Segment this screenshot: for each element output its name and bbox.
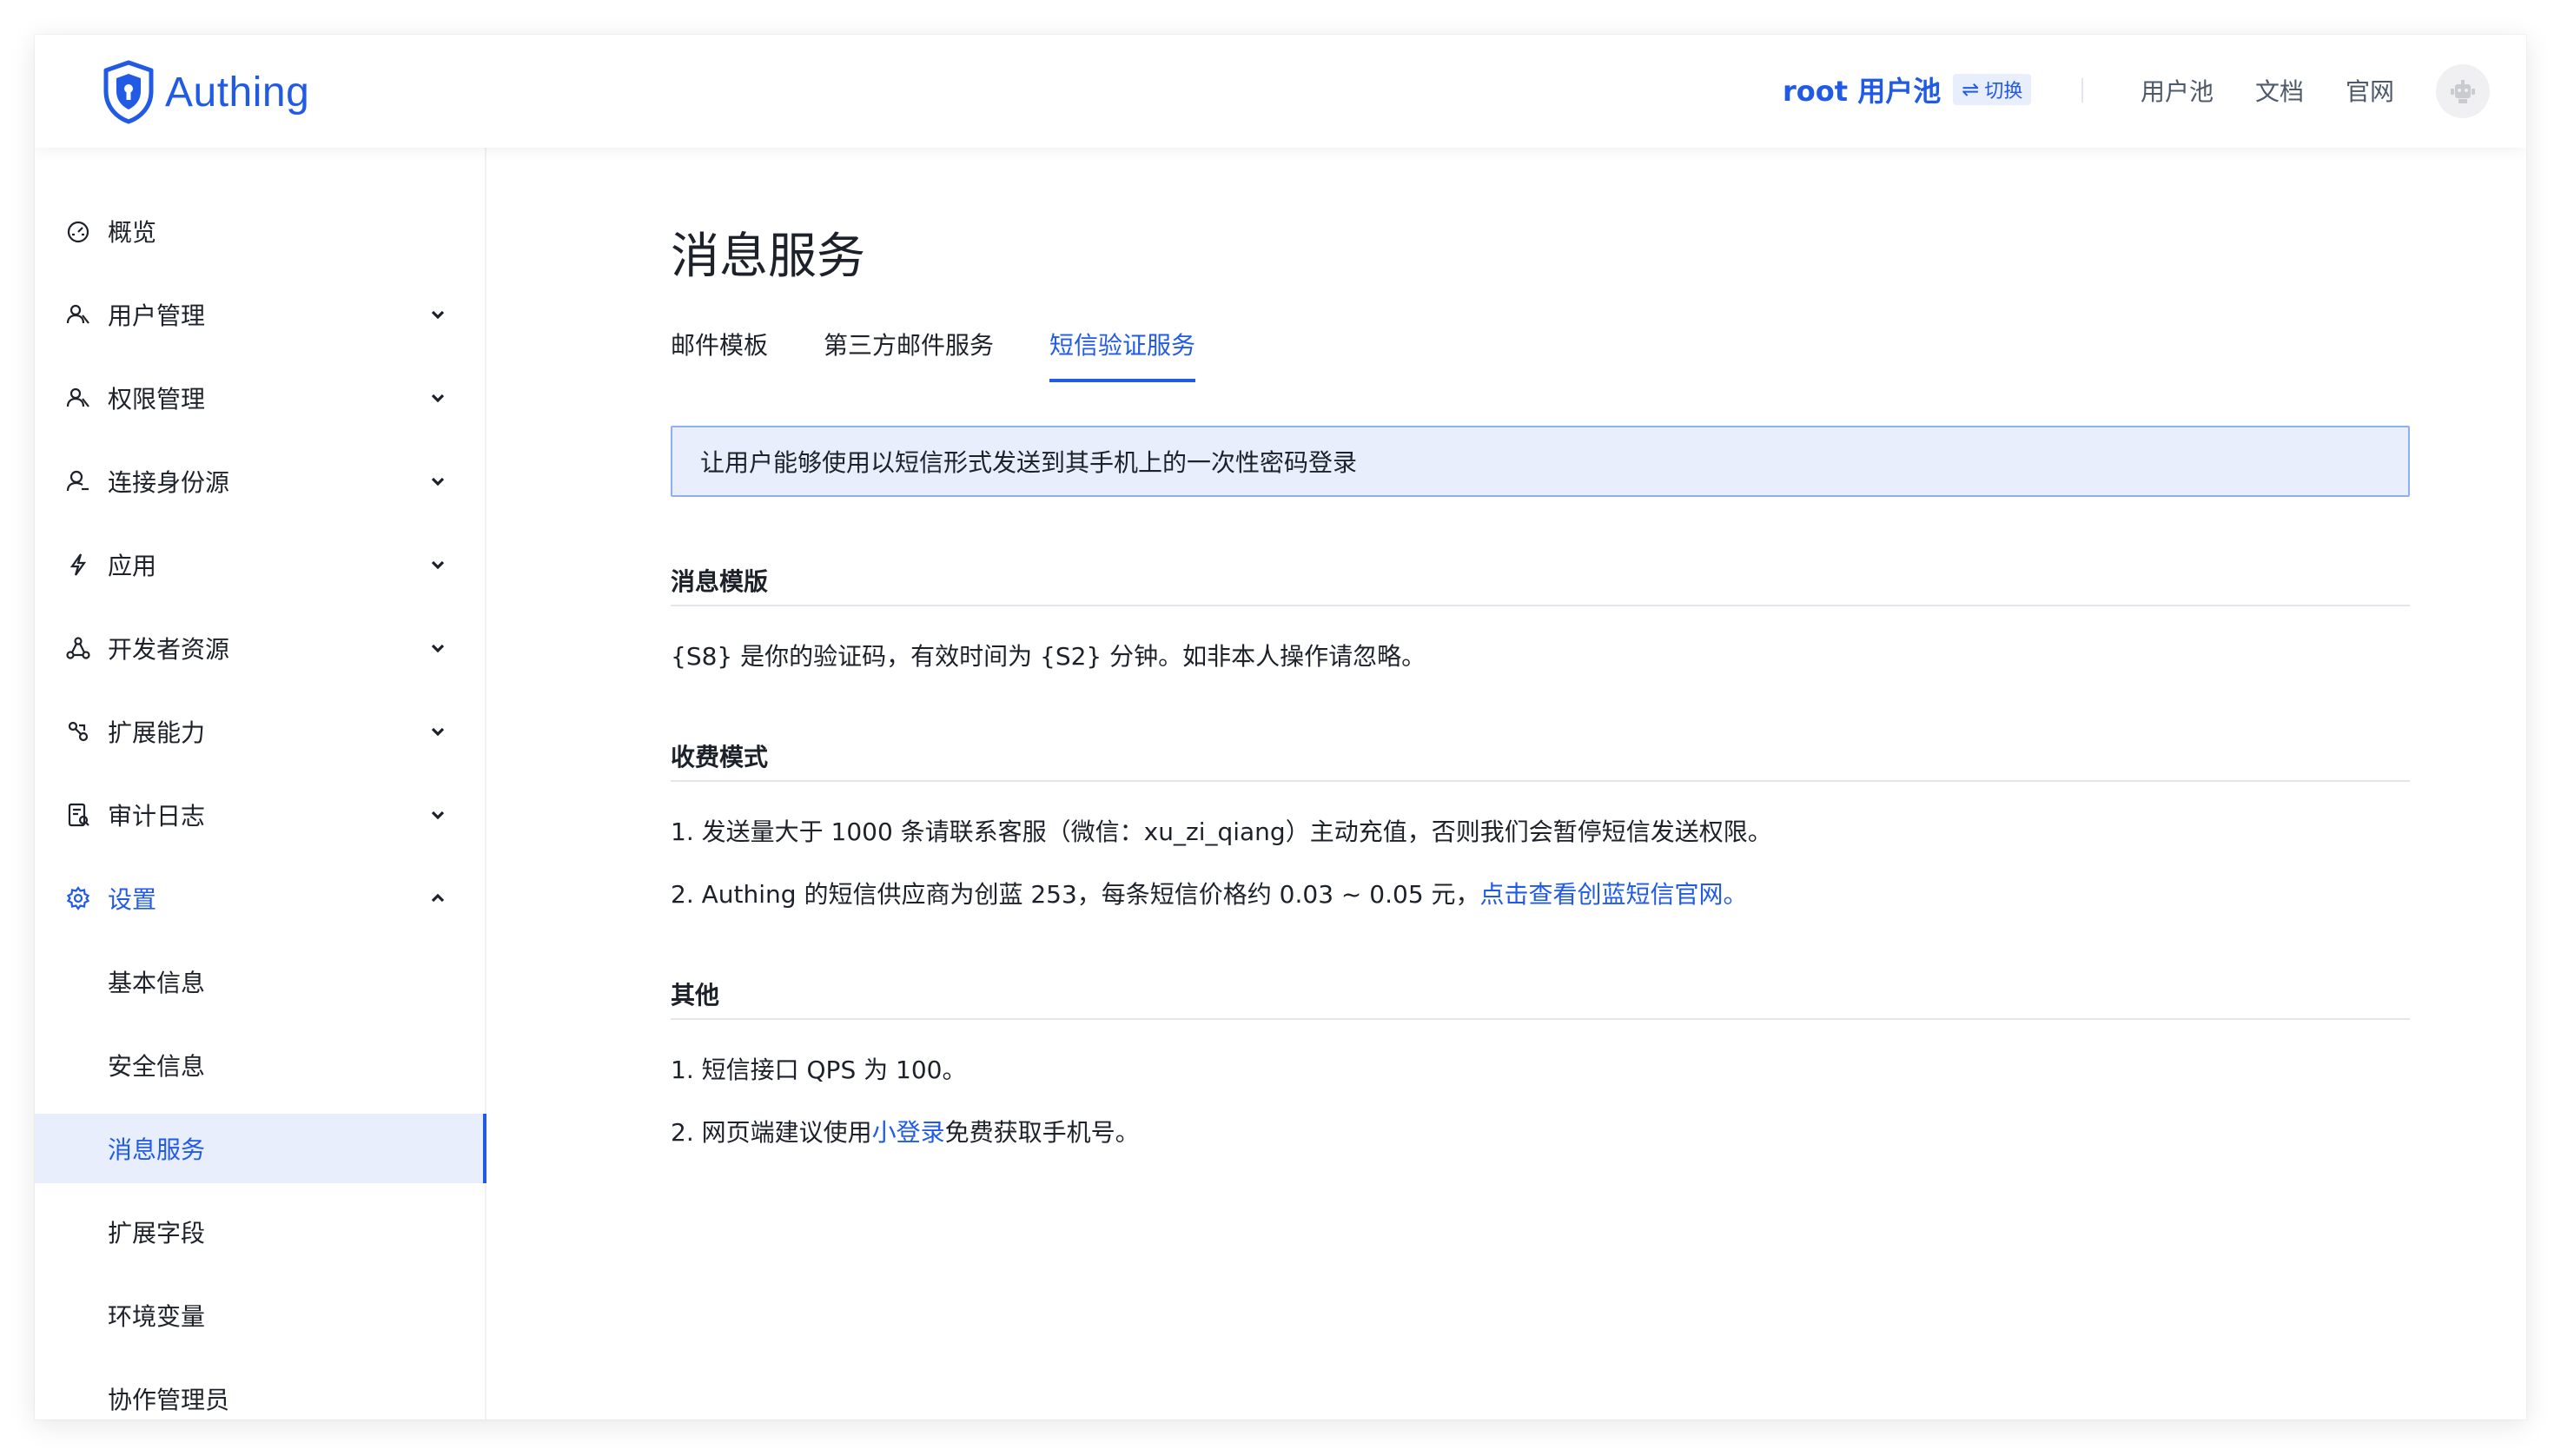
sidebar-item-label: 用户管理 bbox=[108, 301, 206, 330]
sidebar-subitem-extended-fields[interactable]: 扩展字段 bbox=[35, 1197, 485, 1267]
sidebar-item-permission-management[interactable]: 权限管理 bbox=[35, 363, 485, 433]
header-link-user-pool[interactable]: 用户池 bbox=[2141, 73, 2214, 108]
sidebar-item-developer-resources[interactable]: 开发者资源 bbox=[35, 613, 485, 683]
avatar[interactable] bbox=[2436, 64, 2490, 118]
chevron-down-icon bbox=[427, 471, 448, 492]
sidebar-item-label: 设置 bbox=[108, 885, 157, 914]
template-text: {S8} 是你的验证码，有效时间为 {S2} 分钟。如非本人操作请忽略。 bbox=[671, 642, 1426, 671]
tab-third-party-email[interactable]: 第三方邮件服务 bbox=[824, 327, 994, 382]
chevron-down-icon bbox=[427, 304, 448, 325]
sidebar-item-settings[interactable]: 设置 bbox=[35, 864, 485, 933]
audit-log-icon bbox=[64, 801, 92, 829]
page-title: 消息服务 bbox=[671, 228, 865, 285]
section-divider bbox=[671, 605, 2410, 606]
other-item-2: 2. 网页端建议使用小登录免费获取手机号。 bbox=[671, 1114, 1140, 1148]
robot-avatar-icon bbox=[2451, 80, 2475, 103]
sidebar-item-label: 扩展字段 bbox=[108, 1219, 206, 1248]
section-divider bbox=[671, 1018, 2410, 1020]
swap-icon: ⇌ bbox=[1962, 77, 1980, 102]
header-divider bbox=[2081, 78, 2083, 103]
chevron-down-icon bbox=[427, 721, 448, 742]
switch-pool-button[interactable]: ⇌ 切换 bbox=[1953, 74, 2032, 105]
authing-logo[interactable]: Authing bbox=[101, 57, 309, 127]
sidebar-item-label: 应用 bbox=[108, 552, 157, 580]
chevron-down-icon bbox=[427, 554, 448, 575]
sidebar-item-label: 消息服务 bbox=[108, 1135, 206, 1164]
other-item-2-suffix: 免费获取手机号。 bbox=[944, 1118, 1140, 1147]
top-header: Authing root 用户池 ⇌ 切换 用户池 文档 官网 bbox=[35, 35, 2526, 148]
sidebar-subitem-security-info[interactable]: 安全信息 bbox=[35, 1030, 485, 1100]
extension-icon bbox=[64, 718, 92, 745]
billing-item-1: 1. 发送量大于 1000 条请联系客服（微信：xu_zi_qiang）主动充值… bbox=[671, 817, 1772, 846]
chevron-down-icon bbox=[427, 387, 448, 408]
gear-icon bbox=[64, 884, 92, 912]
chevron-down-icon bbox=[427, 804, 448, 825]
chevron-up-icon bbox=[427, 888, 448, 909]
sidebar-subitem-env-variables[interactable]: 环境变量 bbox=[35, 1281, 485, 1350]
sidebar-subitem-basic-info[interactable]: 基本信息 bbox=[35, 947, 485, 1016]
sidebar-item-extensions[interactable]: 扩展能力 bbox=[35, 697, 485, 766]
identity-source-icon bbox=[64, 467, 92, 495]
alert-text: 让用户能够使用以短信形式发送到其手机上的一次性密码登录 bbox=[700, 448, 1358, 477]
sidebar-item-applications[interactable]: 应用 bbox=[35, 530, 485, 599]
sidebar-item-label: 审计日志 bbox=[108, 802, 206, 831]
logo-text: Authing bbox=[165, 69, 310, 116]
billing-item-2: 2. Authing 的短信供应商为创蓝 253，每条短信价格约 0.03 ~ … bbox=[671, 876, 1748, 910]
other-item-1: 1. 短信接口 QPS 为 100。 bbox=[671, 1056, 967, 1084]
switch-label: 切换 bbox=[1984, 81, 2023, 103]
sidebar-item-user-management[interactable]: 用户管理 bbox=[35, 280, 485, 349]
header-link-docs[interactable]: 文档 bbox=[2255, 73, 2304, 108]
sidebar-item-label: 安全信息 bbox=[108, 1052, 206, 1081]
section-divider bbox=[671, 780, 2410, 782]
sidebar-item-label: 概览 bbox=[108, 218, 157, 247]
tab-bar: 邮件模板 第三方邮件服务 短信验证服务 bbox=[671, 327, 1251, 382]
sidebar-item-label: 环境变量 bbox=[108, 1302, 206, 1331]
sidebar-item-label: 权限管理 bbox=[108, 385, 206, 414]
tab-email-templates[interactable]: 邮件模板 bbox=[671, 327, 768, 382]
sidebar-item-identity-sources[interactable]: 连接身份源 bbox=[35, 447, 485, 516]
billing-item-2-text: 2. Authing 的短信供应商为创蓝 253，每条短信价格约 0.03 ~ … bbox=[671, 880, 1480, 909]
users-icon bbox=[64, 301, 92, 328]
sidebar: 概览 用户管理 权限管理 连接身份源 应用 开发者资源 扩展能力 审计日志 设置… bbox=[35, 148, 486, 1420]
developer-icon bbox=[64, 634, 92, 662]
sidebar-item-label: 开发者资源 bbox=[108, 635, 230, 664]
other-item-2-prefix: 2. 网页端建议使用 bbox=[671, 1118, 872, 1147]
user-pool-switcher: root 用户池 ⇌ 切换 bbox=[1783, 69, 2032, 109]
chevron-down-icon bbox=[427, 638, 448, 659]
sidebar-item-label: 协作管理员 bbox=[108, 1386, 230, 1414]
sidebar-item-overview[interactable]: 概览 bbox=[35, 196, 485, 266]
section-title-other: 其他 bbox=[671, 981, 720, 1009]
sidebar-item-audit-log[interactable]: 审计日志 bbox=[35, 780, 485, 850]
sidebar-item-label: 基本信息 bbox=[108, 969, 206, 997]
info-alert: 让用户能够使用以短信形式发送到其手机上的一次性密码登录 bbox=[671, 426, 2410, 497]
tab-sms-verification[interactable]: 短信验证服务 bbox=[1049, 327, 1196, 382]
sidebar-subitem-collaborators[interactable]: 协作管理员 bbox=[35, 1364, 485, 1420]
dashboard-icon bbox=[64, 217, 92, 245]
header-link-website[interactable]: 官网 bbox=[2346, 73, 2394, 108]
section-title-billing: 收费模式 bbox=[671, 743, 769, 771]
shield-logo-icon bbox=[103, 60, 154, 124]
mini-login-link[interactable]: 小登录 bbox=[872, 1118, 945, 1147]
current-pool-name: root 用户池 bbox=[1783, 75, 1942, 108]
lightning-icon bbox=[64, 551, 92, 579]
sidebar-item-label: 连接身份源 bbox=[108, 468, 230, 497]
chuanglan-website-link[interactable]: 点击查看创蓝短信官网。 bbox=[1480, 880, 1748, 909]
section-title-template: 消息模版 bbox=[671, 567, 769, 596]
permission-icon bbox=[64, 384, 92, 412]
sidebar-subitem-message-service[interactable]: 消息服务 bbox=[35, 1114, 486, 1183]
main-content: 消息服务 邮件模板 第三方邮件服务 短信验证服务 让用户能够使用以短信形式发送到… bbox=[486, 148, 2526, 1420]
sidebar-item-label: 扩展能力 bbox=[108, 718, 206, 747]
app-window: Authing root 用户池 ⇌ 切换 用户池 文档 官网 概览 用户管理 … bbox=[35, 35, 2526, 1420]
header-links: 用户池 文档 官网 bbox=[2141, 73, 2394, 108]
